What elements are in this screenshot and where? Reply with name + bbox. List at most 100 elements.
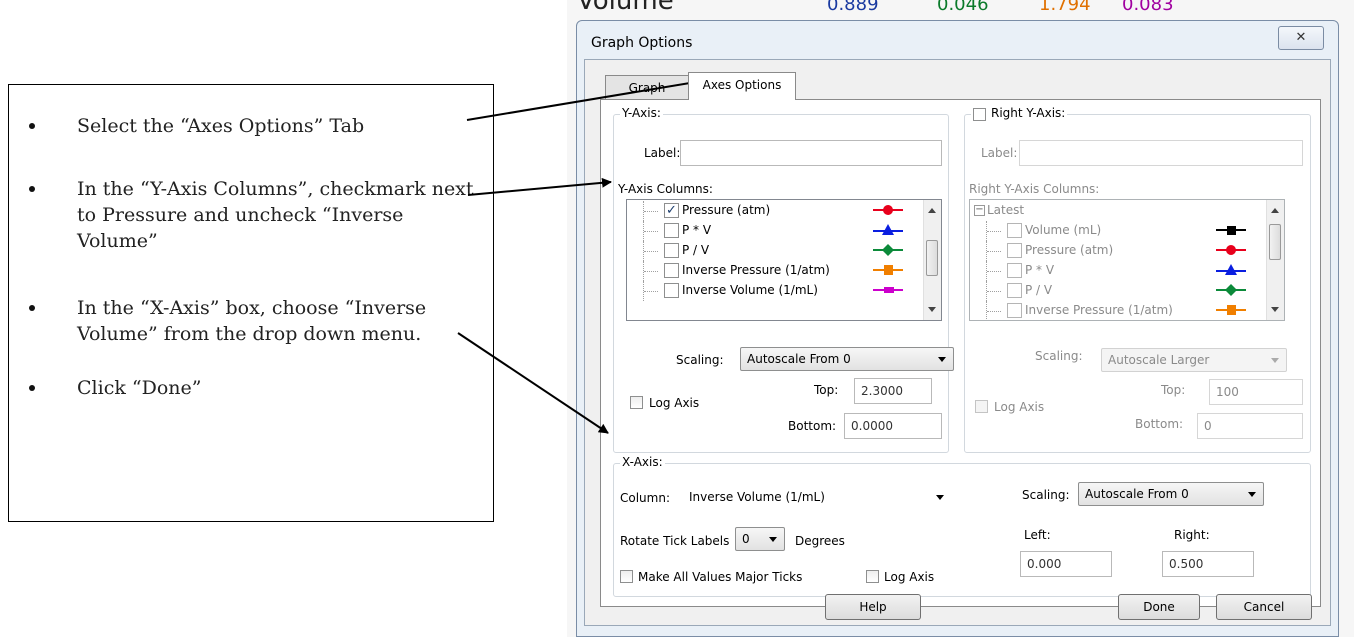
chevron-down-icon	[1271, 358, 1279, 363]
y-log-axis-checkbox[interactable]	[630, 396, 643, 409]
cancel-button[interactable]: Cancel	[1216, 594, 1312, 620]
checkbox[interactable]: ✓	[664, 203, 679, 218]
checkbox[interactable]	[1007, 283, 1022, 298]
triangle-marker-icon	[873, 224, 903, 235]
list-item[interactable]: Inverse Pressure (1/atm)	[970, 301, 1284, 320]
list-item[interactable]: Pressure (atm)	[970, 241, 1284, 261]
bullet-icon	[29, 385, 35, 391]
list-item[interactable]: ✓ Pressure (atm)	[627, 201, 941, 221]
checkbox[interactable]	[1007, 223, 1022, 238]
chevron-down-icon	[769, 537, 777, 542]
instruction-text: Select the “Axes Options” Tab	[77, 115, 365, 137]
checkbox[interactable]	[1007, 263, 1022, 278]
tab-axes-options[interactable]: Axes Options	[688, 72, 796, 100]
list-item-label: P * V	[682, 223, 712, 237]
x-scaling-select[interactable]: Autoscale From 0	[1078, 482, 1264, 506]
rotate-degrees-select[interactable]: 0	[735, 527, 785, 551]
list-item[interactable]: P / V	[627, 241, 941, 261]
x-column-caption: Column:	[620, 491, 670, 505]
right-y-axis-checkbox[interactable]	[973, 108, 986, 121]
scrollbar[interactable]	[1266, 200, 1284, 320]
background-cell: 0.046	[937, 0, 989, 15]
diamond-marker-icon	[873, 244, 903, 256]
tree-root[interactable]: − Latest	[970, 201, 1284, 221]
x-scaling-caption: Scaling:	[1022, 488, 1070, 502]
x-log-axis-checkbox[interactable]	[866, 570, 879, 583]
y-top-caption: Top:	[814, 383, 839, 397]
checkbox[interactable]	[1007, 243, 1022, 258]
checkbox[interactable]	[664, 263, 679, 278]
list-item[interactable]: Inverse Pressure (1/atm)	[627, 261, 941, 281]
list-item-label: Pressure (atm)	[1025, 243, 1114, 257]
checkbox[interactable]	[664, 283, 679, 298]
right-y-columns-list[interactable]: − Latest Volume (mL) Pressure (atm) P * …	[969, 199, 1285, 321]
major-ticks-checkbox[interactable]	[620, 570, 633, 583]
y-axis-label-caption: Label:	[644, 146, 681, 160]
x-column-select[interactable]: Inverse Volume (1/mL)	[682, 485, 952, 509]
checkbox[interactable]	[664, 243, 679, 258]
list-item[interactable]: P / V	[970, 281, 1284, 301]
bullet-icon	[29, 123, 35, 129]
right-y-bottom-input[interactable]: 0	[1197, 413, 1303, 439]
instruction-text: In the “Y-Axis Columns”, checkmark next …	[77, 178, 474, 252]
x-left-caption: Left:	[1024, 528, 1051, 542]
y-log-axis-label: Log Axis	[649, 396, 700, 410]
circle-marker-icon	[873, 205, 903, 215]
circle-marker-icon	[1216, 245, 1246, 255]
tree-root-label: Latest	[987, 203, 1025, 217]
list-item[interactable]: P * V	[970, 261, 1284, 281]
help-button[interactable]: Help	[825, 594, 921, 620]
right-y-scaling-select[interactable]: Autoscale Larger	[1101, 348, 1287, 372]
list-item[interactable]: Volume (mL)	[970, 221, 1284, 241]
checkbox[interactable]	[1007, 303, 1022, 318]
x-axis-group: X-Axis: Column: Inverse Volume (1/mL) Ro…	[613, 455, 1311, 597]
dialog-title: Graph Options	[591, 35, 693, 51]
checkbox[interactable]	[664, 223, 679, 238]
background-header: Volume 0.889 0.046 1.794 0.083	[567, 0, 1354, 20]
x-left-input[interactable]: 0.000	[1020, 551, 1112, 577]
right-y-axis-group: Right Y-Axis: Label: Right Y-Axis Column…	[964, 106, 1311, 453]
collapse-icon: −	[974, 204, 985, 216]
y-axis-label-input[interactable]	[680, 140, 942, 166]
list-item-label: P * V	[1025, 263, 1055, 277]
y-axis-columns-caption: Y-Axis Columns:	[618, 182, 713, 196]
list-item-label: P / V	[1025, 283, 1053, 297]
list-item-label: Inverse Pressure (1/atm)	[682, 263, 830, 277]
chevron-down-icon	[938, 357, 946, 362]
right-y-label-input[interactable]	[1019, 140, 1303, 166]
background-cell: 0.083	[1122, 0, 1174, 15]
square-marker-icon	[873, 287, 903, 293]
x-right-caption: Right:	[1174, 528, 1210, 542]
close-button[interactable]: ✕	[1278, 26, 1324, 50]
scrollbar[interactable]	[923, 200, 941, 320]
y-bottom-input[interactable]: 0.0000	[844, 413, 942, 439]
list-item-label: P / V	[682, 243, 710, 257]
list-item[interactable]: Inverse Volume (1/mL)	[627, 281, 941, 301]
square-marker-icon	[1216, 305, 1246, 315]
background-cell: 0.889	[827, 0, 879, 15]
y-scaling-select[interactable]: Autoscale From 0	[740, 347, 954, 371]
y-top-input[interactable]: 2.3000	[854, 378, 932, 404]
list-item[interactable]: P * V	[627, 221, 941, 241]
list-item-label: Inverse Volume (1/mL)	[682, 283, 818, 297]
x-right-input[interactable]: 0.500	[1162, 551, 1254, 577]
tab-graph-options[interactable]: Graph Options	[605, 75, 689, 119]
right-y-top-caption: Top:	[1161, 383, 1186, 397]
x-axis-group-label: X-Axis:	[620, 455, 665, 469]
y-scaling-caption: Scaling:	[676, 353, 724, 367]
right-y-log-axis-checkbox[interactable]	[975, 400, 988, 413]
major-ticks-label: Make All Values Major Ticks	[638, 570, 803, 584]
y-axis-group: Y-Axis: Label: Y-Axis Columns: ✓ Pressur…	[613, 106, 954, 453]
background-title: Volume	[577, 0, 674, 16]
right-y-bottom-caption: Bottom:	[1135, 417, 1184, 431]
right-y-log-axis-label: Log Axis	[994, 400, 1045, 414]
done-button[interactable]: Done	[1118, 594, 1200, 620]
right-y-top-input[interactable]: 100	[1209, 379, 1303, 405]
rotate-tick-labels-caption: Rotate Tick Labels	[620, 534, 730, 548]
y-axis-columns-list[interactable]: ✓ Pressure (atm) P * V P / V Inverse Pre…	[626, 199, 942, 321]
square-marker-icon	[1216, 226, 1246, 235]
x-log-axis-label: Log Axis	[884, 570, 935, 584]
background-cell: 1.794	[1039, 0, 1091, 15]
instruction-text: Click “Done”	[77, 377, 202, 399]
right-y-columns-caption: Right Y-Axis Columns:	[969, 182, 1100, 196]
